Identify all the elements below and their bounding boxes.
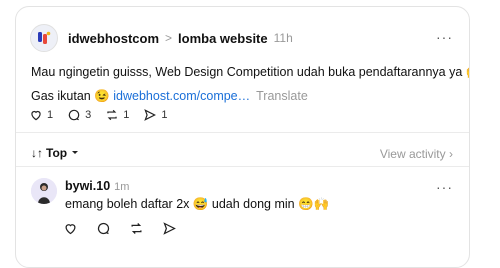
translate-button[interactable]: Translate bbox=[256, 89, 308, 103]
share-button[interactable]: 1 bbox=[143, 108, 168, 122]
idwebhost-logo[interactable] bbox=[30, 24, 58, 52]
sort-icon: ↓↑ bbox=[31, 146, 43, 160]
repost-button[interactable]: 1 bbox=[105, 108, 129, 122]
like-button[interactable]: 1 bbox=[29, 108, 53, 122]
post-author[interactable]: idwebhostcom bbox=[68, 31, 159, 46]
like-count: 1 bbox=[47, 109, 54, 121]
thread-card: idwebhostcom > lomba website 11h ··· Mau… bbox=[15, 6, 470, 268]
comment-count: 3 bbox=[85, 109, 92, 121]
reply-username[interactable]: bywi.10 bbox=[65, 179, 110, 193]
post-body-line2: Gas ikutan 😉 idwebhost.com/compe… Transla… bbox=[31, 89, 308, 104]
repost-icon[interactable] bbox=[129, 221, 144, 236]
post-time: 11h bbox=[273, 31, 293, 45]
view-activity-label: View activity bbox=[379, 147, 446, 161]
idwebhost-logo-icon bbox=[38, 31, 51, 44]
reply-time: 1m bbox=[114, 181, 130, 193]
post-actions: 1 3 1 1 bbox=[29, 108, 168, 122]
comment-icon bbox=[68, 109, 80, 121]
community-name[interactable]: lomba website bbox=[178, 31, 268, 46]
comment-icon[interactable] bbox=[96, 221, 111, 236]
divider bbox=[16, 132, 469, 133]
chevron-down-icon bbox=[72, 151, 79, 154]
send-icon[interactable] bbox=[162, 221, 177, 236]
divider bbox=[16, 166, 469, 167]
reply-body: emang boleh daftar 2x 😅 udah dong min 😁🙌 bbox=[65, 197, 330, 211]
view-activity-link[interactable]: View activity › bbox=[380, 147, 453, 161]
comment-button[interactable]: 3 bbox=[67, 108, 91, 122]
heart-icon[interactable] bbox=[63, 221, 78, 236]
share-count: 1 bbox=[161, 109, 168, 121]
reply-actions bbox=[63, 221, 177, 236]
post-link[interactable]: idwebhost.com/compe… bbox=[113, 89, 250, 103]
post-more-button[interactable]: ··· bbox=[436, 29, 453, 45]
sort-label: Top bbox=[46, 146, 68, 160]
reply-header: bywi.10 1m bbox=[65, 179, 129, 193]
avatar[interactable] bbox=[31, 178, 57, 204]
post-body: Mau ngingetin guisss, Web Design Competi… bbox=[31, 65, 470, 79]
breadcrumb-separator: > bbox=[165, 31, 173, 45]
post-body-prefix: Gas ikutan 😉 bbox=[31, 89, 114, 103]
user-avatar-icon bbox=[31, 178, 57, 204]
sort-dropdown[interactable]: ↓↑ Top bbox=[31, 146, 80, 160]
reply-more-button[interactable]: ··· bbox=[436, 179, 453, 195]
send-icon bbox=[144, 109, 157, 121]
post-header: idwebhostcom > lomba website 11h bbox=[30, 23, 293, 53]
heart-icon bbox=[31, 110, 41, 121]
repost-icon bbox=[107, 109, 117, 121]
repost-count: 1 bbox=[123, 109, 130, 121]
